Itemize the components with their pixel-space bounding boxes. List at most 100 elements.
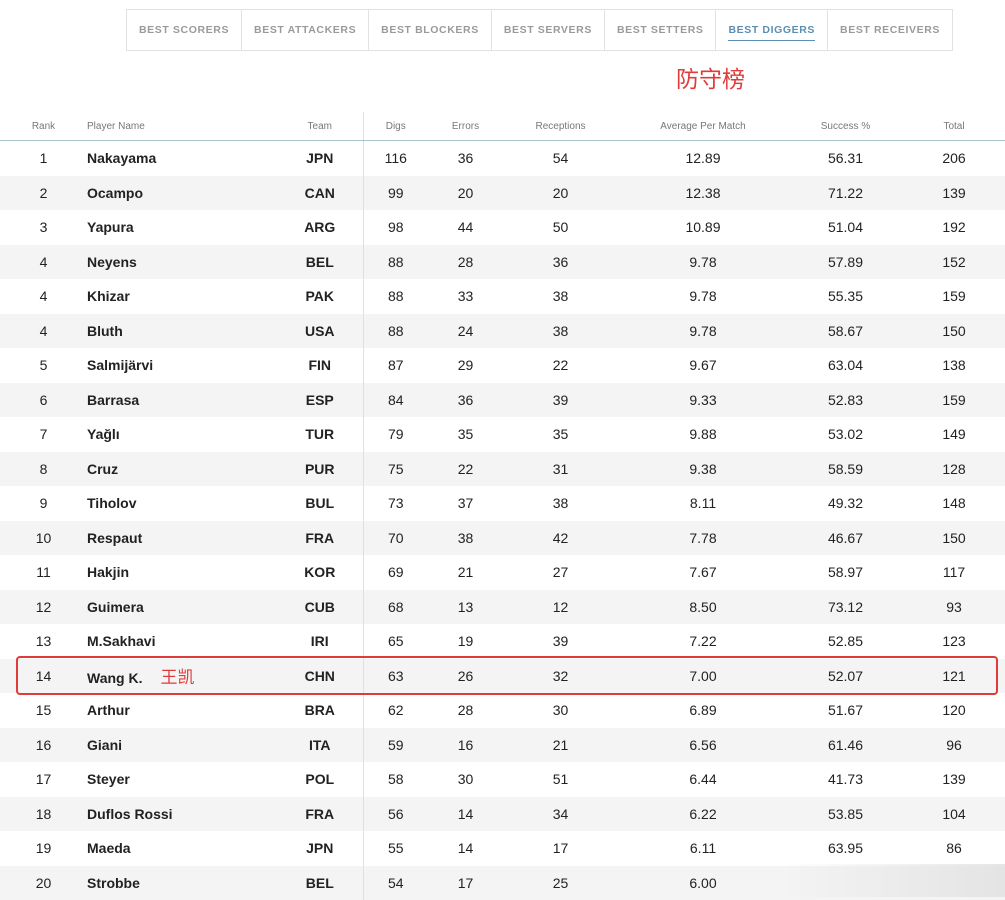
receptions-cell-text: 51	[553, 771, 569, 787]
table-body: 1NakayamaJPN116365412.8956.312062OcampoC…	[0, 141, 1005, 900]
receptions-cell: 54	[503, 141, 618, 176]
col-average-per-match[interactable]: Average Per Match	[618, 112, 788, 141]
average-cell-text: 12.38	[685, 185, 720, 201]
player-name-cell-text: Hakjin	[87, 564, 129, 580]
average-cell: 12.89	[618, 141, 788, 176]
total-cell-text: 96	[946, 737, 962, 753]
digs-cell: 73	[363, 486, 428, 521]
table-row[interactable]: 18Duflos RossiFRA5614346.2253.85104	[0, 797, 1005, 832]
errors-cell-text: 16	[458, 737, 474, 753]
tab-best-diggers[interactable]: BEST DIGGERS	[716, 10, 828, 50]
table-row[interactable]: 4KhizarPAK8833389.7855.35159	[0, 279, 1005, 314]
errors-cell: 26	[428, 659, 503, 694]
table-row[interactable]: 9TiholovBUL7337388.1149.32148	[0, 486, 1005, 521]
table-row[interactable]: 4NeyensBEL8828369.7857.89152	[0, 245, 1005, 280]
success-cell: 63.04	[788, 348, 903, 383]
rank-cell-text: 14	[36, 668, 52, 684]
errors-cell: 30	[428, 762, 503, 797]
receptions-cell: 38	[503, 486, 618, 521]
average-cell: 7.22	[618, 624, 788, 659]
rank-cell: 17	[0, 762, 87, 797]
table-row[interactable]: 6BarrasaESP8436399.3352.83159	[0, 383, 1005, 418]
tab-best-scorers[interactable]: BEST SCORERS	[127, 10, 242, 50]
tab-best-receivers[interactable]: BEST RECEIVERS	[828, 10, 952, 50]
errors-cell-text: 30	[458, 771, 474, 787]
tab-best-attackers[interactable]: BEST ATTACKERS	[242, 10, 369, 50]
diggers-table: Rank Player Name Team Digs Errors Recept…	[0, 112, 1005, 900]
col-player-name[interactable]: Player Name	[87, 112, 277, 141]
average-cell: 6.56	[618, 728, 788, 763]
average-cell-text: 6.89	[689, 702, 716, 718]
errors-cell-text: 36	[458, 392, 474, 408]
table-row[interactable]: 3YapuraARG98445010.8951.04192	[0, 210, 1005, 245]
average-cell: 8.50	[618, 590, 788, 625]
col-team[interactable]: Team	[277, 112, 363, 141]
col-success-percent[interactable]: Success %	[788, 112, 903, 141]
table-row[interactable]: 19MaedaJPN5514176.1163.9586	[0, 831, 1005, 866]
errors-cell-text: 28	[458, 254, 474, 270]
table-row[interactable]: 8CruzPUR7522319.3858.59128	[0, 452, 1005, 487]
average-cell-text: 9.67	[689, 357, 716, 373]
team-cell-text: ITA	[309, 737, 331, 753]
team-cell-text: JPN	[306, 150, 333, 166]
rank-cell: 20	[0, 866, 87, 900]
errors-cell: 22	[428, 452, 503, 487]
table-row[interactable]: 11HakjinKOR6921277.6758.97117	[0, 555, 1005, 590]
table-row[interactable]: 2OcampoCAN99202012.3871.22139	[0, 176, 1005, 211]
tab-best-blockers[interactable]: BEST BLOCKERS	[369, 10, 492, 50]
player-name-cell: Neyens	[87, 245, 277, 280]
table-row[interactable]: 7YağlıTUR7935359.8853.02149	[0, 417, 1005, 452]
table-row[interactable]: 1NakayamaJPN116365412.8956.31206	[0, 141, 1005, 176]
table-row[interactable]: 13M.SakhaviIRI6519397.2252.85123	[0, 624, 1005, 659]
digs-cell-text: 68	[388, 599, 404, 615]
table-header: Rank Player Name Team Digs Errors Recept…	[0, 112, 1005, 141]
success-cell: 73.12	[788, 590, 903, 625]
team-cell-text: CUB	[305, 599, 335, 615]
rank-cell-text: 12	[36, 599, 52, 615]
col-digs[interactable]: Digs	[363, 112, 428, 141]
col-total[interactable]: Total	[903, 112, 1005, 141]
receptions-cell-text: 38	[553, 495, 569, 511]
total-cell: 159	[903, 383, 1005, 418]
team-cell-text: IRI	[311, 633, 329, 649]
success-cell: 49.32	[788, 486, 903, 521]
receptions-cell-text: 35	[553, 426, 569, 442]
team-cell-text: ESP	[306, 392, 334, 408]
player-name-cell: Nakayama	[87, 141, 277, 176]
receptions-cell: 38	[503, 279, 618, 314]
table-row[interactable]: 4BluthUSA8824389.7858.67150	[0, 314, 1005, 349]
table-row[interactable]: 16GianiITA5916216.5661.4696	[0, 728, 1005, 763]
team-cell: BEL	[277, 245, 363, 280]
digs-cell-text: 62	[388, 702, 404, 718]
table-row[interactable]: 14Wang K.王凯CHN6326327.0052.07121	[0, 659, 1005, 694]
errors-cell-text: 24	[458, 323, 474, 339]
rank-cell: 7	[0, 417, 87, 452]
tab-best-servers[interactable]: BEST SERVERS	[492, 10, 605, 50]
receptions-cell: 20	[503, 176, 618, 211]
success-cell-text: 58.97	[828, 564, 863, 580]
team-cell-text: JPN	[306, 840, 333, 856]
tab-best-setters[interactable]: BEST SETTERS	[605, 10, 717, 50]
success-cell: 58.67	[788, 314, 903, 349]
table-row[interactable]: 17SteyerPOL5830516.4441.73139	[0, 762, 1005, 797]
success-cell-text: 52.83	[828, 392, 863, 408]
errors-cell-text: 20	[458, 185, 474, 201]
col-receptions[interactable]: Receptions	[503, 112, 618, 141]
col-rank[interactable]: Rank	[0, 112, 87, 141]
success-cell-text: 41.73	[828, 771, 863, 787]
rank-cell-text: 16	[36, 737, 52, 753]
table-row[interactable]: 12GuimeraCUB6813128.5073.1293	[0, 590, 1005, 625]
receptions-cell: 39	[503, 383, 618, 418]
success-cell-text: 53.85	[828, 806, 863, 822]
player-name-cell-text: Ocampo	[87, 185, 143, 201]
player-name-cell-text: Duflos Rossi	[87, 806, 173, 822]
table-row[interactable]: 10RespautFRA7038427.7846.67150	[0, 521, 1005, 556]
player-name-cell-text: Arthur	[87, 702, 130, 718]
table-row[interactable]: 15ArthurBRA6228306.8951.67120	[0, 693, 1005, 728]
rank-cell: 12	[0, 590, 87, 625]
team-cell: PUR	[277, 452, 363, 487]
average-cell-text: 12.89	[685, 150, 720, 166]
table-row[interactable]: 5SalmijärviFIN8729229.6763.04138	[0, 348, 1005, 383]
team-cell: ITA	[277, 728, 363, 763]
col-errors[interactable]: Errors	[428, 112, 503, 141]
